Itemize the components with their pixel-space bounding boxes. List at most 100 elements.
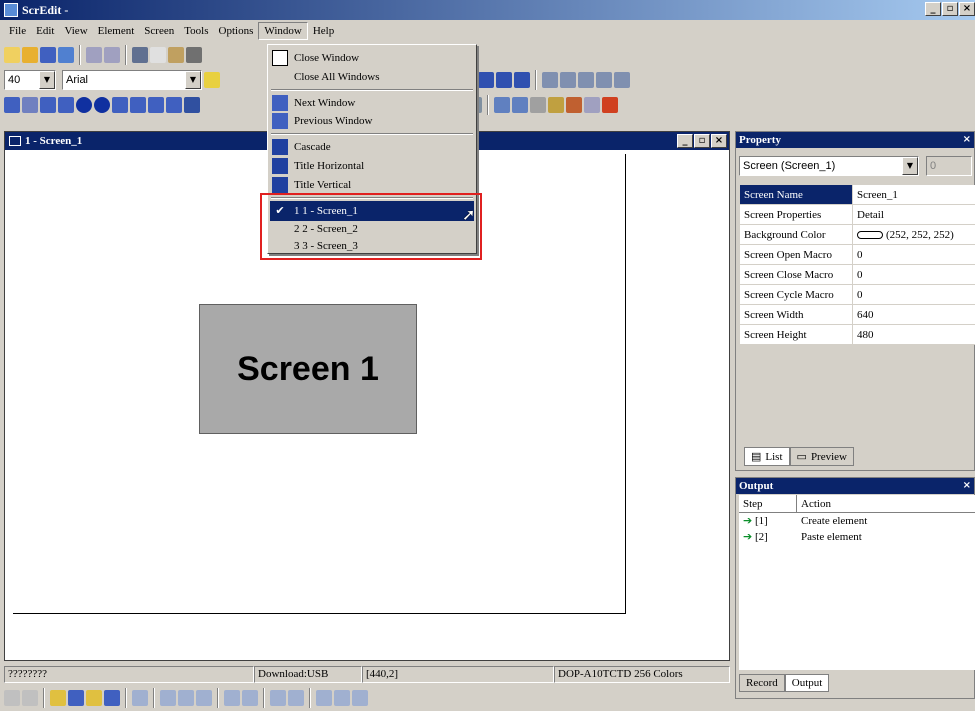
button-element-icon[interactable]	[4, 97, 20, 113]
graph-element-icon[interactable]	[112, 97, 128, 113]
align-bottom-icon[interactable]	[196, 690, 212, 706]
menu-item-title-vertical[interactable]: Title Vertical	[270, 175, 474, 195]
menu-tools[interactable]: Tools	[179, 22, 213, 40]
index-spinner[interactable]: 0	[926, 156, 972, 176]
property-value[interactable]: 0	[853, 285, 975, 305]
font-size-combo[interactable]: 40 ▼	[4, 70, 56, 90]
property-value[interactable]: 0	[853, 265, 975, 285]
screen-text-element[interactable]: Screen 1	[199, 304, 417, 434]
menu-item-close-window[interactable]: Close Window	[270, 48, 474, 68]
size-icon[interactable]	[614, 72, 630, 88]
column-action[interactable]: Action	[797, 495, 975, 512]
same-size-icon[interactable]	[352, 690, 368, 706]
menu-item-previous-window[interactable]: Previous Window	[270, 111, 474, 131]
property-value[interactable]: 0	[853, 245, 975, 265]
chevron-down-icon[interactable]: ▼	[185, 71, 201, 89]
bring-front-icon[interactable]	[50, 690, 66, 706]
close-button[interactable]: ×	[959, 2, 975, 16]
tab-preview[interactable]: ▭ Preview	[789, 447, 854, 466]
minimize-button[interactable]: _	[925, 2, 941, 16]
open-icon[interactable]	[22, 47, 38, 63]
lamp-element-icon[interactable]	[76, 97, 92, 113]
menu-view[interactable]: View	[59, 22, 92, 40]
align-left-icon[interactable]	[4, 690, 20, 706]
meter-element-icon[interactable]	[22, 97, 38, 113]
menu-edit[interactable]: Edit	[31, 22, 59, 40]
list-item[interactable]: ➔ [1] Create element	[739, 513, 975, 529]
display-element-icon[interactable]	[148, 97, 164, 113]
next-screen-icon[interactable]	[512, 97, 528, 113]
close-icon[interactable]: ×	[963, 132, 971, 148]
same-height-icon[interactable]	[334, 690, 350, 706]
bar-element-icon[interactable]	[40, 97, 56, 113]
menu-item-next-window[interactable]: Next Window	[270, 93, 474, 113]
picture-element-icon[interactable]	[166, 97, 182, 113]
bring-forward-icon[interactable]	[86, 690, 102, 706]
font-name-combo[interactable]: Arial ▼	[62, 70, 202, 90]
height-icon[interactable]	[288, 690, 304, 706]
order-icon[interactable]	[578, 72, 594, 88]
distribute-icon[interactable]	[596, 72, 612, 88]
same-width-icon[interactable]	[316, 690, 332, 706]
align-left-icon[interactable]	[204, 72, 220, 88]
chevron-down-icon[interactable]: ▼	[902, 157, 918, 175]
menu-item-screen-1[interactable]: ✔ 1 1 - Screen_1	[270, 201, 474, 221]
copy-icon[interactable]	[150, 47, 166, 63]
compile-icon[interactable]	[530, 97, 546, 113]
order-back-icon[interactable]	[560, 72, 576, 88]
pipe-element-icon[interactable]	[58, 97, 74, 113]
object-selector[interactable]: Screen (Screen_1) ▼	[739, 156, 919, 176]
menu-item-screen-3[interactable]: 3 3 - Screen_3	[270, 236, 474, 256]
child-close-button[interactable]: ×	[711, 134, 727, 148]
grid-icon[interactable]	[242, 690, 258, 706]
property-row[interactable]: Screen Close Macro 0	[740, 265, 975, 285]
order-front-icon[interactable]	[542, 72, 558, 88]
table-element-icon[interactable]	[184, 97, 200, 113]
menu-item-cascade[interactable]: Cascade	[270, 137, 474, 157]
property-value[interactable]: Screen_1	[853, 185, 975, 205]
property-value[interactable]: 640	[853, 305, 975, 325]
previous-screen-icon[interactable]	[494, 97, 510, 113]
property-row[interactable]: Screen Width 640	[740, 305, 975, 325]
save-icon[interactable]	[40, 47, 56, 63]
menu-file[interactable]: File	[4, 22, 31, 40]
property-value[interactable]: Detail	[853, 205, 975, 225]
restore-button[interactable]: ▫	[942, 2, 958, 16]
find-icon[interactable]	[186, 47, 202, 63]
property-value[interactable]: (252, 252, 252)	[853, 225, 975, 245]
property-row[interactable]: Screen Name Screen_1	[740, 185, 975, 205]
debug-icon[interactable]	[602, 97, 618, 113]
simulate-icon[interactable]	[584, 97, 600, 113]
align-top-icon[interactable]	[160, 690, 176, 706]
layout-icon[interactable]	[478, 72, 494, 88]
menu-item-title-horizontal[interactable]: Title Horizontal	[270, 156, 474, 176]
paste-icon[interactable]	[168, 47, 184, 63]
circle-element-icon[interactable]	[94, 97, 110, 113]
redo-icon[interactable]	[104, 47, 120, 63]
list-item[interactable]: ➔ [2] Paste element	[739, 529, 975, 545]
undo-icon[interactable]	[86, 47, 102, 63]
export-icon[interactable]	[58, 47, 74, 63]
menu-help[interactable]: Help	[308, 22, 339, 40]
send-backward-icon[interactable]	[104, 690, 120, 706]
menu-element[interactable]: Element	[93, 22, 140, 40]
send-back-icon[interactable]	[68, 690, 84, 706]
chevron-down-icon[interactable]: ▼	[39, 71, 55, 89]
close-icon[interactable]: ×	[963, 478, 971, 494]
input-element-icon[interactable]	[130, 97, 146, 113]
tab-list[interactable]: ▤ List	[744, 447, 790, 466]
column-step[interactable]: Step	[739, 495, 797, 512]
menu-item-close-all-windows[interactable]: Close All Windows	[270, 67, 474, 87]
space-icon[interactable]	[132, 690, 148, 706]
property-row[interactable]: Screen Properties Detail	[740, 205, 975, 225]
tab-record[interactable]: Record	[739, 674, 785, 692]
property-value[interactable]: 480	[853, 325, 975, 345]
menu-options[interactable]: Options	[214, 22, 259, 40]
width-icon[interactable]	[270, 690, 286, 706]
cut-icon[interactable]	[132, 47, 148, 63]
property-row[interactable]: Background Color (252, 252, 252)	[740, 225, 975, 245]
upload-icon[interactable]	[566, 97, 582, 113]
download-icon[interactable]	[548, 97, 564, 113]
menu-window[interactable]: Window	[258, 22, 308, 40]
property-row[interactable]: Screen Height 480	[740, 325, 975, 345]
